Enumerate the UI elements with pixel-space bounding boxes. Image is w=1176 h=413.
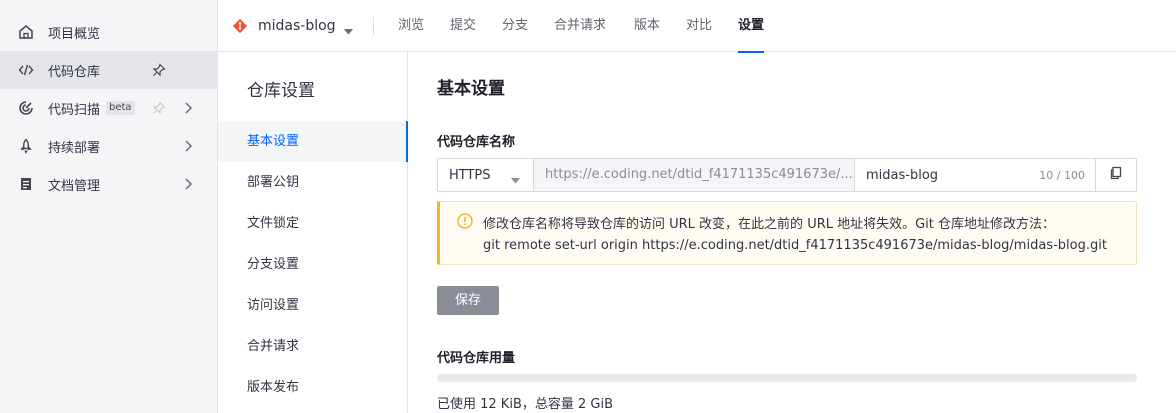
tab-merge-requests[interactable]: 合并请求 <box>554 0 606 52</box>
usage-text: 已使用 12 KiB，总容量 2 GiB <box>437 397 614 412</box>
repo-name-label: 代码仓库名称 <box>437 135 516 150</box>
repo-name: midas-blog <box>258 18 336 34</box>
usage-label: 代码仓库用量 <box>437 351 516 366</box>
nav-item-continuous-deploy[interactable]: 持续部署 <box>0 127 217 165</box>
protocol-select[interactable]: HTTPS <box>438 159 534 191</box>
settings-item-merge-requests[interactable]: 合并请求 <box>218 326 407 367</box>
copy-button[interactable] <box>1096 159 1136 191</box>
nav-label: 代码扫描 <box>48 102 101 118</box>
char-count: 10 / 100 <box>1039 168 1085 182</box>
divider <box>373 17 374 35</box>
settings-menu-title: 仓库设置 <box>247 81 315 101</box>
warning-line-2: git remote set-url origin https://e.codi… <box>483 238 1107 253</box>
nav-label: 持续部署 <box>48 140 101 156</box>
repo-url-field: HTTPS https://e.coding.net/dtid_f4171135… <box>437 158 1137 192</box>
tab-branches[interactable]: 分支 <box>502 0 528 52</box>
pin-icon[interactable] <box>152 101 166 115</box>
nav-item-project-overview[interactable]: 项目概览 <box>0 13 217 51</box>
main-content: 基本设置 代码仓库名称 HTTPS https://e.coding.net/d… <box>408 52 1176 413</box>
beta-badge: beta <box>106 101 135 115</box>
copy-icon <box>1109 166 1123 184</box>
chevron-right-icon <box>183 101 193 115</box>
settings-item-branch[interactable]: 分支设置 <box>218 244 407 285</box>
settings-item-file-lock[interactable]: 文件锁定 <box>218 203 407 244</box>
rocket-icon <box>18 138 34 154</box>
url-prefix: https://e.coding.net/dtid_f4171135c49167… <box>534 159 855 191</box>
protocol-value: HTTPS <box>449 167 491 183</box>
chevron-right-icon <box>183 177 193 191</box>
page-title: 基本设置 <box>437 79 505 99</box>
tab-commits[interactable]: 提交 <box>450 0 476 52</box>
caret-down-icon <box>343 23 353 35</box>
chevron-right-icon <box>183 139 193 153</box>
nav-label: 项目概览 <box>48 26 101 42</box>
nav-item-doc-management[interactable]: 文档管理 <box>0 165 217 203</box>
warning-line-1: 修改仓库名称将导致仓库的访问 URL 改变，在此之前的 URL 地址将失效。Gi… <box>483 217 1056 232</box>
settings-item-releases[interactable]: 版本发布 <box>218 367 407 408</box>
nav-item-code-scan[interactable]: 代码扫描 beta <box>0 89 217 127</box>
document-icon <box>18 176 34 192</box>
nav-label: 文档管理 <box>48 178 101 194</box>
warning-alert: 修改仓库名称将导致仓库的访问 URL 改变，在此之前的 URL 地址将失效。Gi… <box>437 201 1137 265</box>
git-logo-icon <box>232 18 248 34</box>
tab-releases[interactable]: 版本 <box>634 0 660 52</box>
top-bar: midas-blog 浏览 提交 分支 合并请求 版本 对比 设置 <box>218 0 1176 53</box>
save-button[interactable]: 保存 <box>437 286 499 315</box>
caret-down-icon <box>511 173 520 184</box>
nav-item-code-repo[interactable]: 代码仓库 <box>0 51 217 89</box>
warning-icon <box>457 213 473 229</box>
usage-progress-bar <box>437 374 1137 382</box>
settings-item-access[interactable]: 访问设置 <box>218 285 407 326</box>
left-nav: 项目概览 代码仓库 代码扫描 beta 持续部署 文档管理 <box>0 0 218 413</box>
pin-icon[interactable] <box>152 63 166 77</box>
settings-menu: 仓库设置 基本设置 部署公钥 文件锁定 分支设置 访问设置 合并请求 版本发布 <box>218 52 408 413</box>
repo-name-input[interactable] <box>866 167 1040 183</box>
tab-settings[interactable]: 设置 <box>738 0 765 53</box>
settings-item-basic[interactable]: 基本设置 <box>218 121 408 162</box>
warning-text: 修改仓库名称将导致仓库的访问 URL 改变，在此之前的 URL 地址将失效。Gi… <box>483 214 1107 256</box>
code-icon <box>18 62 34 78</box>
nav-label: 代码仓库 <box>48 64 101 80</box>
settings-item-deploy-keys[interactable]: 部署公钥 <box>218 162 407 203</box>
tab-browse[interactable]: 浏览 <box>398 0 424 52</box>
tab-compare[interactable]: 对比 <box>686 0 712 52</box>
scan-icon <box>18 100 34 116</box>
repo-selector[interactable]: midas-blog <box>232 0 353 52</box>
repo-name-wrap: 10 / 100 <box>855 159 1096 191</box>
home-icon <box>18 24 34 40</box>
